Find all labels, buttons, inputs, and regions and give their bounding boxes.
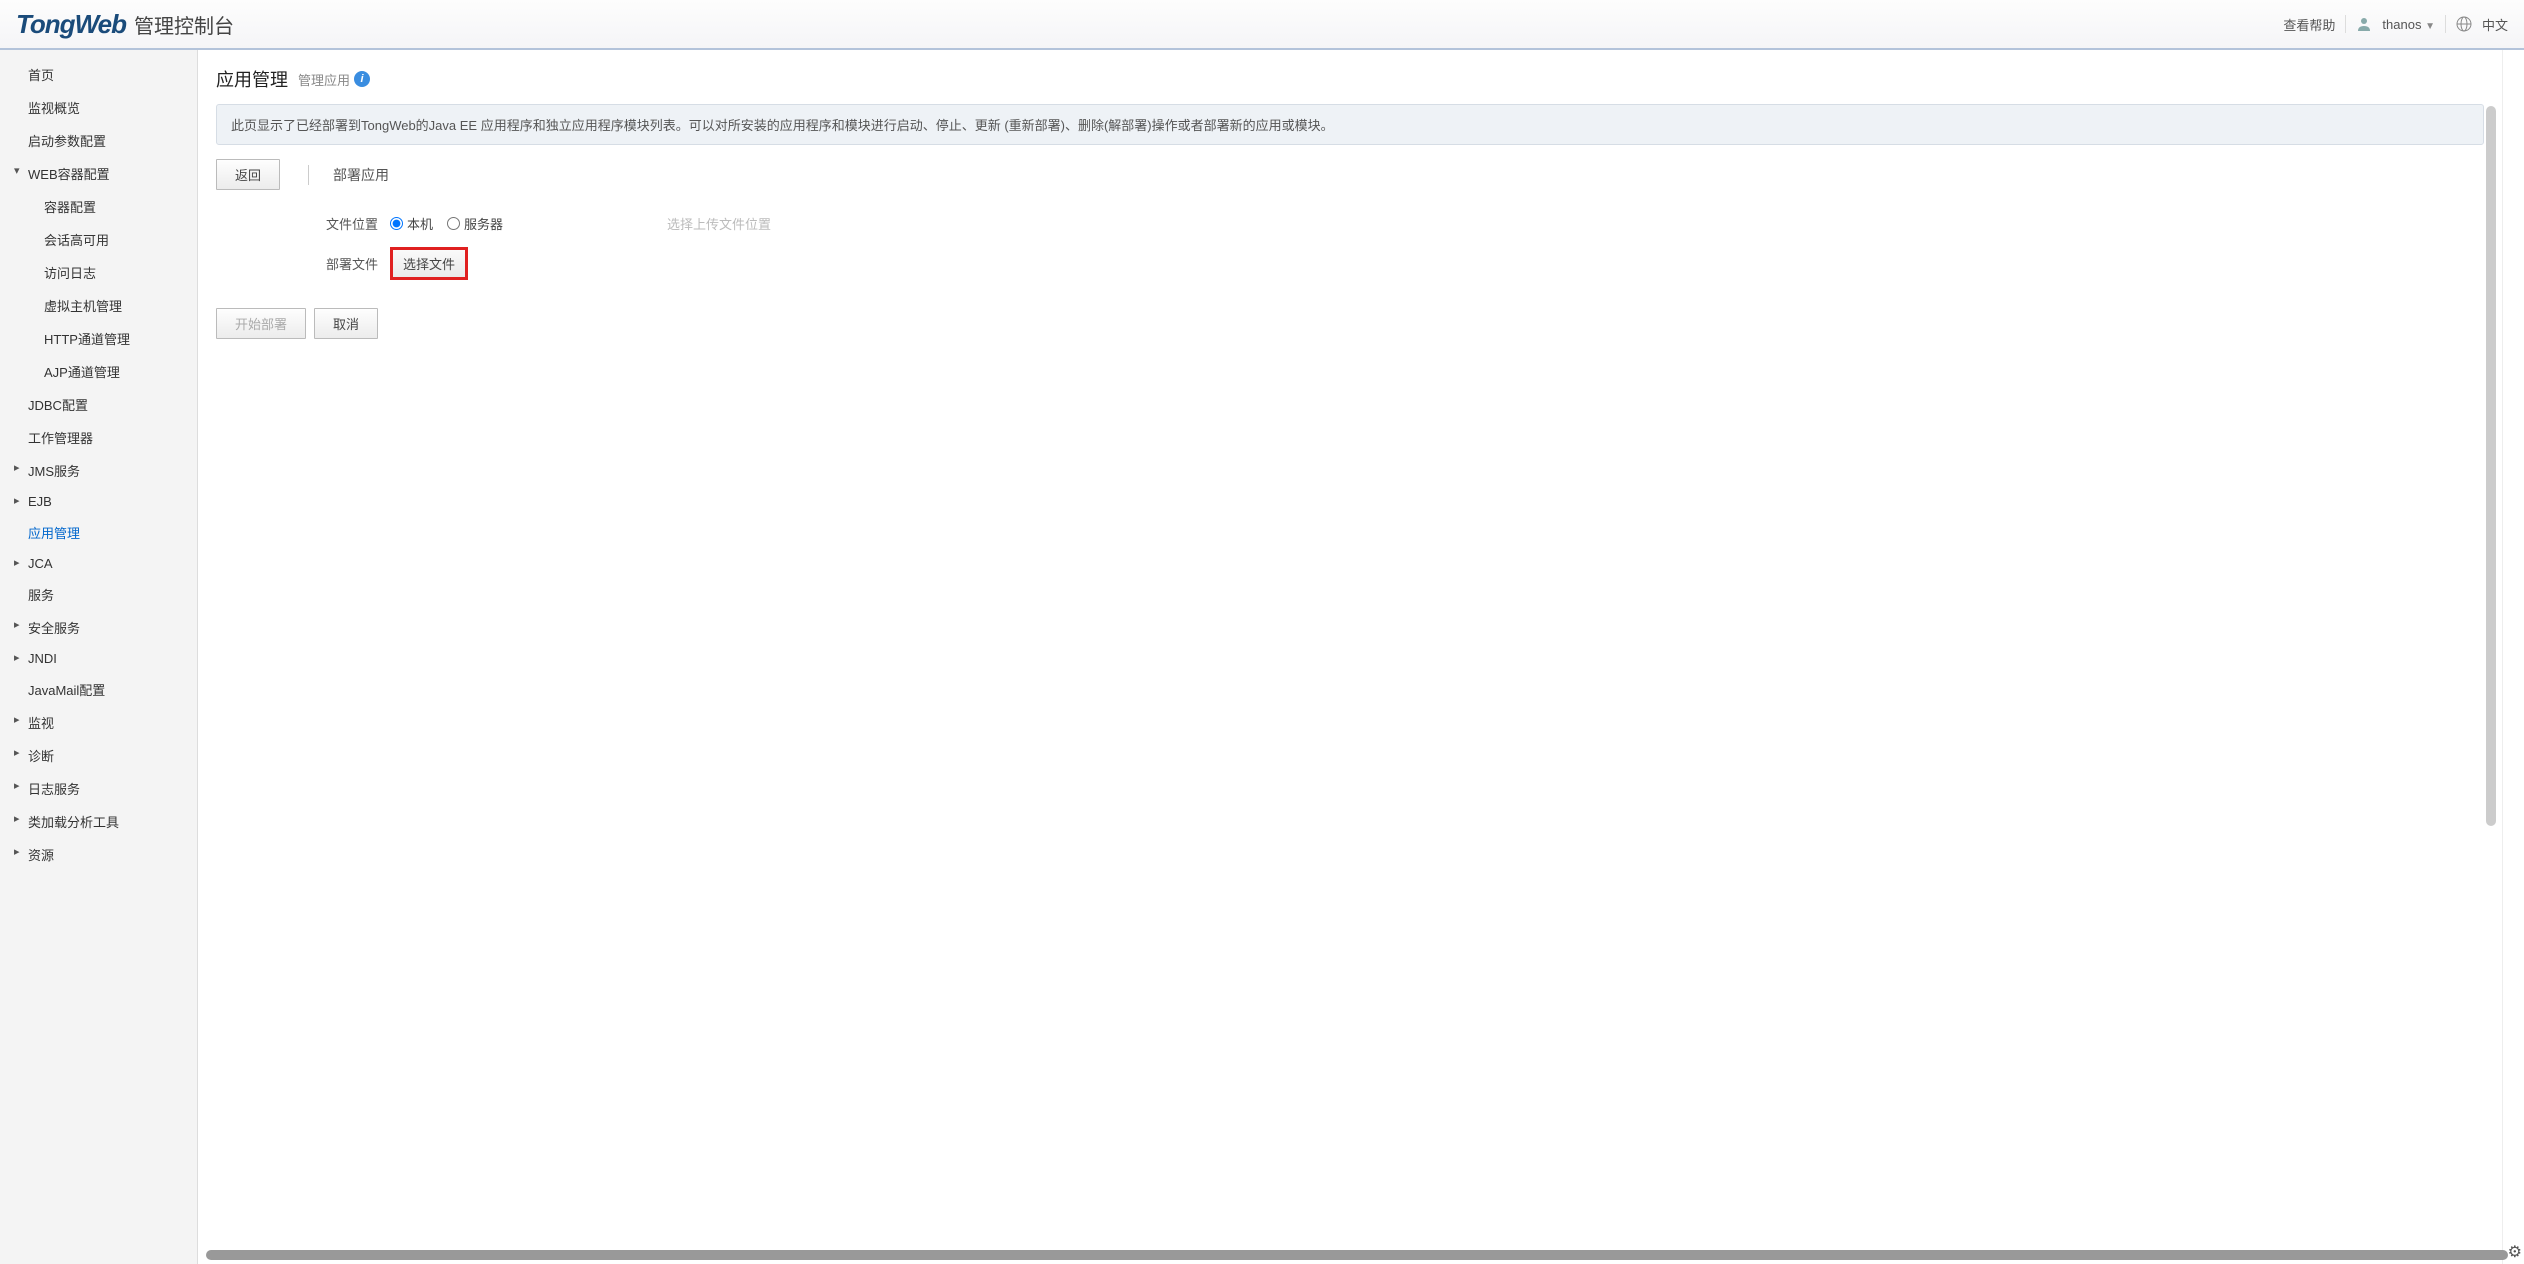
horizontal-scrollbar[interactable] xyxy=(206,1250,2508,1260)
page-title-row: 应用管理 管理应用 i xyxy=(216,66,2484,92)
info-icon[interactable]: i xyxy=(354,71,370,87)
toolbar: 返回 部署应用 xyxy=(216,159,2484,190)
language-link[interactable]: 中文 xyxy=(2482,15,2508,34)
sidebar-item-4[interactable]: 容器配置 xyxy=(0,190,197,223)
sidebar-item-19[interactable]: JavaMail配置 xyxy=(0,673,197,706)
sidebar-item-24[interactable]: 资源 xyxy=(0,838,197,871)
sidebar-item-13[interactable]: EJB xyxy=(0,487,197,516)
sidebar-item-1[interactable]: 监视概览 xyxy=(0,91,197,124)
choose-file-button[interactable]: 选择文件 xyxy=(390,247,468,280)
page-subtitle-text: 管理应用 xyxy=(298,70,350,89)
sidebar-item-6[interactable]: 访问日志 xyxy=(0,256,197,289)
caret-down-icon: ▼ xyxy=(2425,21,2435,32)
logo-area: TongWeb 管理控制台 xyxy=(16,9,234,40)
sidebar-item-23[interactable]: 类加载分析工具 xyxy=(0,805,197,838)
header-right: 查看帮助 thanos ▼ 中文 xyxy=(2283,15,2508,34)
sidebar-item-7[interactable]: 虚拟主机管理 xyxy=(0,289,197,322)
deploy-form: 文件位置 本机 服务器 选择上传文件位置 部署文件 选择文件 xyxy=(300,214,2484,280)
sidebar-item-14[interactable]: 应用管理 xyxy=(0,516,197,549)
start-deploy-button[interactable]: 开始部署 xyxy=(216,308,306,339)
radio-local-label: 本机 xyxy=(407,214,433,233)
logo-subtitle: 管理控制台 xyxy=(134,10,234,39)
separator xyxy=(2445,15,2446,33)
sidebar-item-21[interactable]: 诊断 xyxy=(0,739,197,772)
file-location-row: 文件位置 本机 服务器 选择上传文件位置 xyxy=(300,214,2484,233)
sidebar-item-9[interactable]: AJP通道管理 xyxy=(0,355,197,388)
sidebar-item-17[interactable]: 安全服务 xyxy=(0,611,197,644)
globe-icon xyxy=(2456,16,2472,32)
info-banner: 此页显示了已经部署到TongWeb的Java EE 应用程序和独立应用程序模块列… xyxy=(216,104,2484,145)
sidebar-item-0[interactable]: 首页 xyxy=(0,58,197,91)
logo-brand: TongWeb xyxy=(16,9,126,40)
sidebar-item-11[interactable]: 工作管理器 xyxy=(0,421,197,454)
sidebar-item-18[interactable]: JNDI xyxy=(0,644,197,673)
bottom-actions: 开始部署 取消 xyxy=(216,308,2484,339)
sidebar-item-5[interactable]: 会话高可用 xyxy=(0,223,197,256)
radio-local[interactable]: 本机 xyxy=(390,214,433,233)
header-bar: TongWeb 管理控制台 查看帮助 thanos ▼ 中文 xyxy=(0,0,2524,50)
radio-server[interactable]: 服务器 xyxy=(447,214,503,233)
radio-server-label: 服务器 xyxy=(464,214,503,233)
sidebar-item-12[interactable]: JMS服务 xyxy=(0,454,197,487)
deploy-app-tab[interactable]: 部署应用 xyxy=(308,165,395,185)
deploy-file-row: 部署文件 选择文件 xyxy=(300,247,2484,280)
right-rail xyxy=(2502,50,2524,1264)
sidebar-item-15[interactable]: JCA xyxy=(0,549,197,578)
help-link[interactable]: 查看帮助 xyxy=(2283,15,2335,34)
sidebar-item-20[interactable]: 监视 xyxy=(0,706,197,739)
user-icon xyxy=(2356,16,2372,32)
sidebar: 首页监视概览启动参数配置WEB容器配置容器配置会话高可用访问日志虚拟主机管理HT… xyxy=(0,50,198,1264)
separator xyxy=(2345,15,2346,33)
file-location-label: 文件位置 xyxy=(300,214,390,233)
username-text: thanos xyxy=(2382,17,2421,32)
upload-hint: 选择上传文件位置 xyxy=(667,214,771,233)
content-area: 应用管理 管理应用 i 此页显示了已经部署到TongWeb的Java EE 应用… xyxy=(198,50,2502,1264)
sidebar-item-2[interactable]: 启动参数配置 xyxy=(0,124,197,157)
radio-local-input[interactable] xyxy=(390,217,403,230)
sidebar-item-8[interactable]: HTTP通道管理 xyxy=(0,322,197,355)
sidebar-item-3[interactable]: WEB容器配置 xyxy=(0,157,197,190)
sidebar-item-22[interactable]: 日志服务 xyxy=(0,772,197,805)
back-button[interactable]: 返回 xyxy=(216,159,280,190)
gear-icon[interactable]: ⚙ xyxy=(2508,1242,2522,1262)
page-title: 应用管理 xyxy=(216,66,288,92)
sidebar-item-10[interactable]: JDBC配置 xyxy=(0,388,197,421)
username-dropdown[interactable]: thanos ▼ xyxy=(2382,17,2435,32)
vertical-scrollbar[interactable] xyxy=(2486,106,2496,1264)
deploy-file-label: 部署文件 xyxy=(300,254,390,273)
page-subtitle: 管理应用 i xyxy=(298,70,370,89)
radio-server-input[interactable] xyxy=(447,217,460,230)
scroll-thumb[interactable] xyxy=(2486,106,2496,826)
cancel-button[interactable]: 取消 xyxy=(314,308,378,339)
sidebar-item-16[interactable]: 服务 xyxy=(0,578,197,611)
